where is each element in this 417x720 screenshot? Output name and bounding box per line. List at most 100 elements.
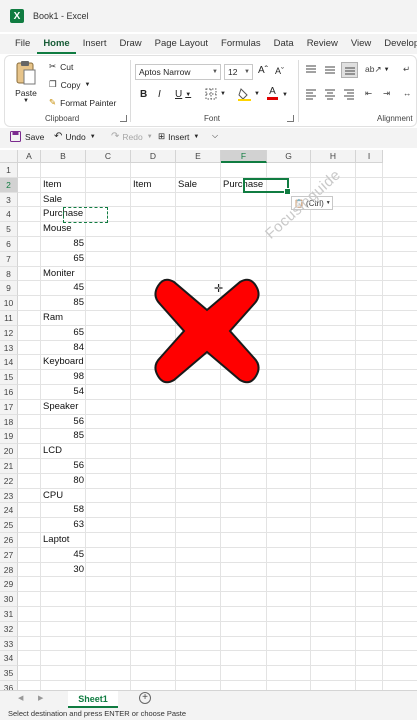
- row-header-5[interactable]: 5: [0, 222, 18, 237]
- cell-b8[interactable]: Moniter: [43, 267, 75, 282]
- column-header-d[interactable]: D: [131, 150, 176, 163]
- row-header-14[interactable]: 14: [0, 355, 18, 371]
- fill-color-button[interactable]: ▼: [238, 87, 260, 101]
- cell-b27[interactable]: 45: [41, 548, 84, 563]
- tab-page-layout[interactable]: Page Layout: [148, 34, 214, 54]
- row-header-28[interactable]: 28: [0, 562, 18, 578]
- active-cell-selection[interactable]: [243, 177, 291, 196]
- row-header-24[interactable]: 24: [0, 503, 18, 519]
- scroll-right-icon[interactable]: ▶: [38, 694, 43, 702]
- column-header-i[interactable]: I: [356, 150, 383, 163]
- borders-button[interactable]: ▼: [205, 88, 226, 100]
- cell-b21[interactable]: 56: [41, 459, 84, 474]
- row-header-19[interactable]: 19: [0, 429, 18, 445]
- cell-b17[interactable]: Speaker: [43, 400, 78, 415]
- bold-button[interactable]: B: [140, 89, 147, 100]
- row-header-1[interactable]: 1: [0, 163, 18, 178]
- add-sheet-icon[interactable]: +: [139, 692, 151, 704]
- cell-b19[interactable]: 85: [41, 429, 84, 444]
- merge-center-button[interactable]: ↔: [403, 88, 412, 98]
- sheet-tab-sheet1[interactable]: Sheet1: [68, 691, 118, 708]
- cell-b22[interactable]: 80: [41, 474, 84, 489]
- row-header-22[interactable]: 22: [0, 473, 18, 489]
- cell-b24[interactable]: 58: [41, 503, 84, 518]
- column-header-f[interactable]: F: [221, 150, 267, 163]
- decrease-indent-button[interactable]: ⇤: [365, 88, 372, 99]
- row-header-29[interactable]: 29: [0, 577, 18, 593]
- column-header-b[interactable]: B: [41, 150, 86, 163]
- row-header-13[interactable]: 13: [0, 340, 18, 356]
- tab-insert[interactable]: Insert: [76, 34, 113, 54]
- clipboard-launcher-icon[interactable]: [120, 115, 127, 122]
- cell-b13[interactable]: 84: [41, 341, 84, 356]
- row-header-34[interactable]: 34: [0, 651, 18, 667]
- cell-b7[interactable]: 65: [41, 252, 84, 267]
- column-header-e[interactable]: E: [176, 150, 221, 163]
- align-bottom-button[interactable]: [341, 62, 358, 78]
- column-header-h[interactable]: H: [311, 150, 356, 163]
- tab-review[interactable]: Review: [300, 34, 344, 54]
- cell-b3[interactable]: Sale: [43, 193, 62, 208]
- increase-font-size-button[interactable]: Aˆ: [258, 65, 268, 76]
- row-header-6[interactable]: 6: [0, 237, 18, 252]
- cell-b14[interactable]: Keyboard: [43, 355, 84, 370]
- cell-b20[interactable]: LCD: [43, 444, 62, 459]
- tab-home[interactable]: Home: [36, 34, 77, 54]
- row-header-2[interactable]: 2: [0, 177, 18, 193]
- row-header-11[interactable]: 11: [0, 311, 18, 326]
- column-header-c[interactable]: C: [86, 150, 131, 163]
- cell-b5[interactable]: Mouse: [43, 222, 72, 237]
- row-header-25[interactable]: 25: [0, 518, 18, 533]
- row-header-31[interactable]: 31: [0, 607, 18, 622]
- cell-b26[interactable]: Laptot: [43, 533, 69, 548]
- cell-b18[interactable]: 56: [41, 415, 84, 430]
- italic-button[interactable]: I: [158, 89, 161, 100]
- cell-b16[interactable]: 54: [41, 385, 84, 400]
- row-header-3[interactable]: 3: [0, 192, 18, 208]
- copy-button[interactable]: ❐ Copy ▼: [49, 79, 90, 90]
- tab-data[interactable]: Data: [267, 34, 300, 54]
- row-header-7[interactable]: 7: [0, 251, 18, 267]
- row-header-23[interactable]: 23: [0, 488, 18, 504]
- row-header-21[interactable]: 21: [0, 459, 18, 474]
- cell-b15[interactable]: 98: [41, 370, 84, 385]
- redo-button[interactable]: ↷ Redo ▼: [111, 131, 153, 142]
- cell-d2[interactable]: Item: [133, 178, 151, 193]
- row-header-17[interactable]: 17: [0, 399, 18, 415]
- worksheet-grid[interactable]: A B C D E F G H I 1 2 3 4 5 6 7 8 9 10 11 12 13 14 15 16 17 18 19 20…: [0, 150, 417, 690]
- row-header-26[interactable]: 26: [0, 533, 18, 548]
- cell-b11[interactable]: Ram: [43, 311, 63, 326]
- row-header-27[interactable]: 27: [0, 547, 18, 563]
- wrap-text-button[interactable]: ↵: [403, 64, 410, 75]
- row-header-18[interactable]: 18: [0, 414, 18, 430]
- cell-b28[interactable]: 30: [41, 563, 84, 578]
- row-header-16[interactable]: 16: [0, 385, 18, 400]
- row-header-9[interactable]: 9: [0, 281, 18, 297]
- format-painter-button[interactable]: ✎ Format Painter: [49, 97, 116, 108]
- row-header-10[interactable]: 10: [0, 296, 18, 311]
- row-header-20[interactable]: 20: [0, 444, 18, 459]
- align-top-button[interactable]: [305, 64, 317, 76]
- column-header-g[interactable]: G: [267, 150, 311, 163]
- tab-draw[interactable]: Draw: [113, 34, 148, 54]
- row-header-36[interactable]: 36: [0, 681, 18, 690]
- align-center-button[interactable]: [324, 88, 336, 100]
- tab-developer[interactable]: Develop: [378, 34, 417, 54]
- cell-e2[interactable]: Sale: [178, 178, 197, 193]
- cell-b9[interactable]: 45: [41, 281, 84, 296]
- cell-b12[interactable]: 65: [41, 326, 84, 341]
- orientation-button[interactable]: ab↗ ▼: [365, 64, 390, 75]
- save-button[interactable]: Save: [10, 131, 44, 142]
- chevron-down-icon[interactable]: ▼: [282, 92, 288, 98]
- align-middle-button[interactable]: [324, 64, 336, 76]
- cell-b23[interactable]: CPU: [43, 489, 63, 504]
- row-header-30[interactable]: 30: [0, 592, 18, 607]
- font-color-button[interactable]: A: [267, 87, 278, 100]
- row-header-33[interactable]: 33: [0, 636, 18, 652]
- font-launcher-icon[interactable]: [287, 115, 294, 122]
- tab-formulas[interactable]: Formulas: [215, 34, 268, 54]
- row-header-35[interactable]: 35: [0, 666, 18, 681]
- cell-b2[interactable]: Item: [43, 178, 61, 193]
- row-header-8[interactable]: 8: [0, 266, 18, 282]
- scroll-left-icon[interactable]: ◀: [18, 694, 23, 702]
